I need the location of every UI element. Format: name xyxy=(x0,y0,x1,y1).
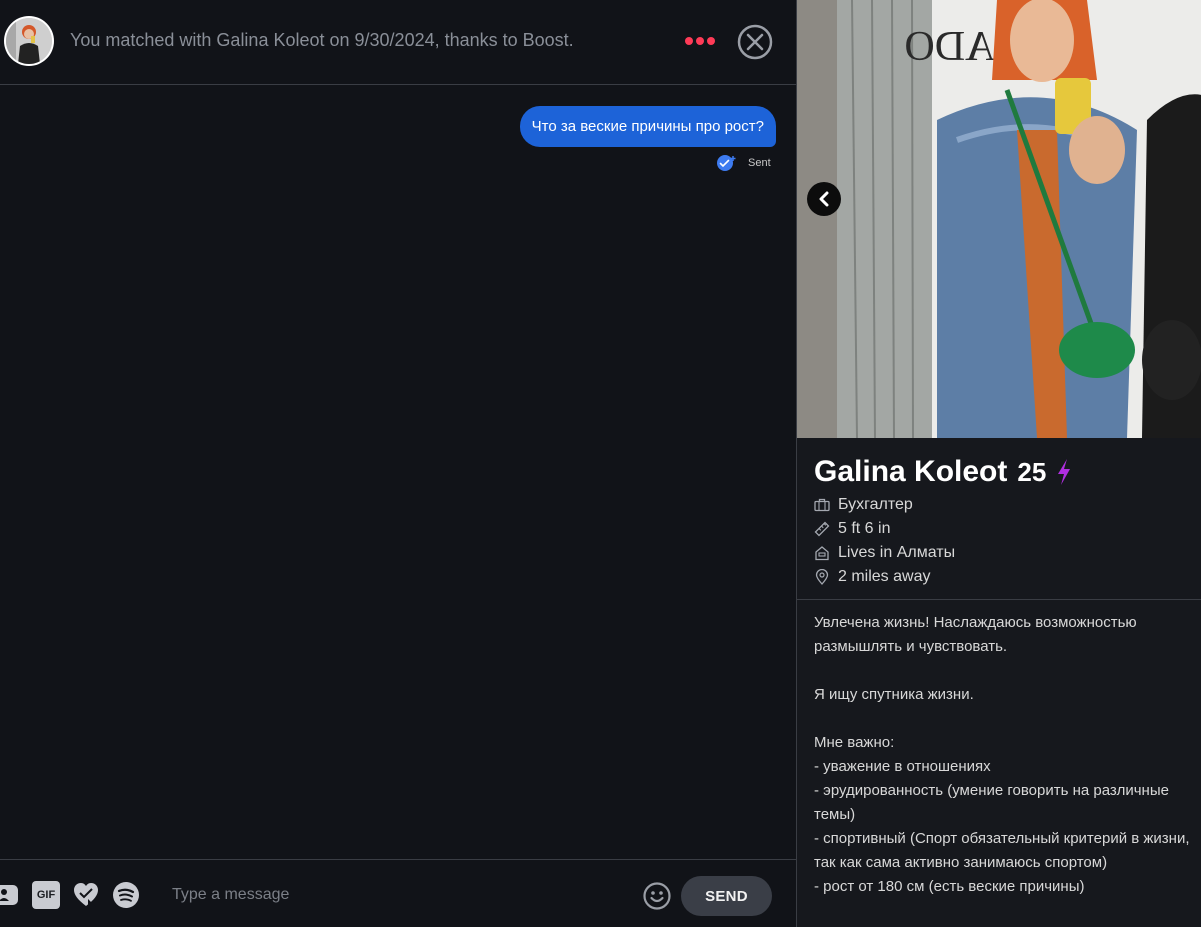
contact-card-icon[interactable] xyxy=(0,881,20,909)
more-options-button[interactable] xyxy=(684,30,716,52)
status-label: Sent xyxy=(748,157,771,169)
chat-header: You matched with Galina Koleot on 9/30/2… xyxy=(0,0,796,85)
send-button[interactable]: SEND xyxy=(681,876,772,916)
chat-pane: You matched with Galina Koleot on 9/30/2… xyxy=(0,0,796,927)
fact-height: 5 ft 6 in xyxy=(814,517,955,541)
fact-text: 5 ft 6 in xyxy=(838,520,891,537)
profile-photo[interactable]: DR ADO xyxy=(797,0,1201,438)
chevron-left-icon xyxy=(819,191,829,207)
fact-lives-in: Lives in Алматы xyxy=(814,541,955,565)
boost-bolt-icon xyxy=(1058,459,1071,485)
avatar-photo xyxy=(6,18,52,64)
avatar[interactable] xyxy=(4,16,54,66)
sent-check-icon xyxy=(717,155,736,171)
dot-icon xyxy=(707,37,715,45)
fact-text: 2 miles away xyxy=(838,568,931,585)
dot-icon xyxy=(685,37,693,45)
fact-text: Lives in Алматы xyxy=(838,544,956,561)
fact-distance: 2 miles away xyxy=(814,565,955,589)
fact-job: Бухгалтер xyxy=(814,493,955,517)
sticker-heart-icon[interactable] xyxy=(72,881,100,909)
profile-facts: Бухгалтер 5 ft 6 in Lives in Алматы 2 mi… xyxy=(814,493,955,589)
close-icon[interactable] xyxy=(737,24,773,60)
profile-name-line: Galina Koleot 25 xyxy=(814,455,1072,489)
profile-pane: DR ADO Galina Koleot 25 Бухгалтер 5 ft 6… xyxy=(796,0,1201,927)
ruler-icon xyxy=(814,521,830,537)
location-pin-icon xyxy=(815,569,829,585)
briefcase-icon xyxy=(814,498,830,512)
message-bubble[interactable]: Что за веские причины про рост? xyxy=(519,106,776,147)
spotify-icon[interactable] xyxy=(112,881,140,909)
dot-icon xyxy=(696,37,704,45)
profile-bio: Увлечена жизнь! Наслаждаюсь возможностью… xyxy=(814,614,1190,895)
home-icon xyxy=(815,546,829,561)
divider xyxy=(797,599,1201,600)
gif-button[interactable]: GIF xyxy=(32,881,60,909)
profile-photo-illustration: DR ADO xyxy=(797,0,1201,438)
previous-photo-button[interactable] xyxy=(807,182,841,216)
composer: GIF xyxy=(0,859,796,927)
profile-age: 25 xyxy=(1017,456,1047,487)
fact-text: Бухгалтер xyxy=(838,496,913,513)
message-status: Sent xyxy=(716,154,771,172)
emoji-icon[interactable] xyxy=(642,881,672,911)
profile-name: Galina Koleot xyxy=(814,455,1008,488)
message-input[interactable] xyxy=(160,879,630,911)
match-info: You matched with Galina Koleot on 9/30/2… xyxy=(70,30,574,50)
